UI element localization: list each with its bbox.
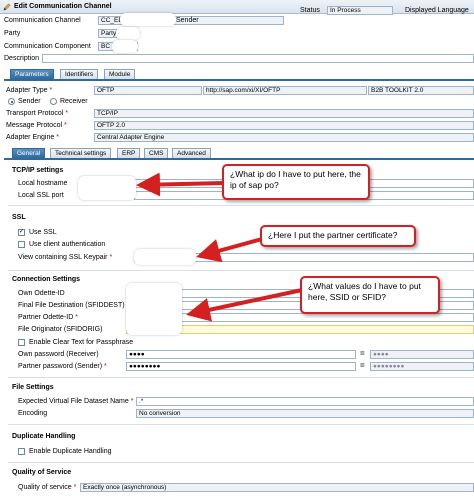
arrow-to-local-hostname (136, 172, 225, 197)
annotation-callout-3: ¿What values do I have to put here, SSID… (300, 276, 440, 314)
annotation-callout-2: ¿Here I put the partner certificate? (260, 225, 416, 247)
arrow-to-ssl-keypair (196, 237, 263, 263)
annotation-callout-1: ¿What ip do I have to put here, the ip o… (222, 164, 370, 200)
annotation-arrows (136, 172, 303, 322)
arrow-to-partner-odette (186, 288, 303, 322)
